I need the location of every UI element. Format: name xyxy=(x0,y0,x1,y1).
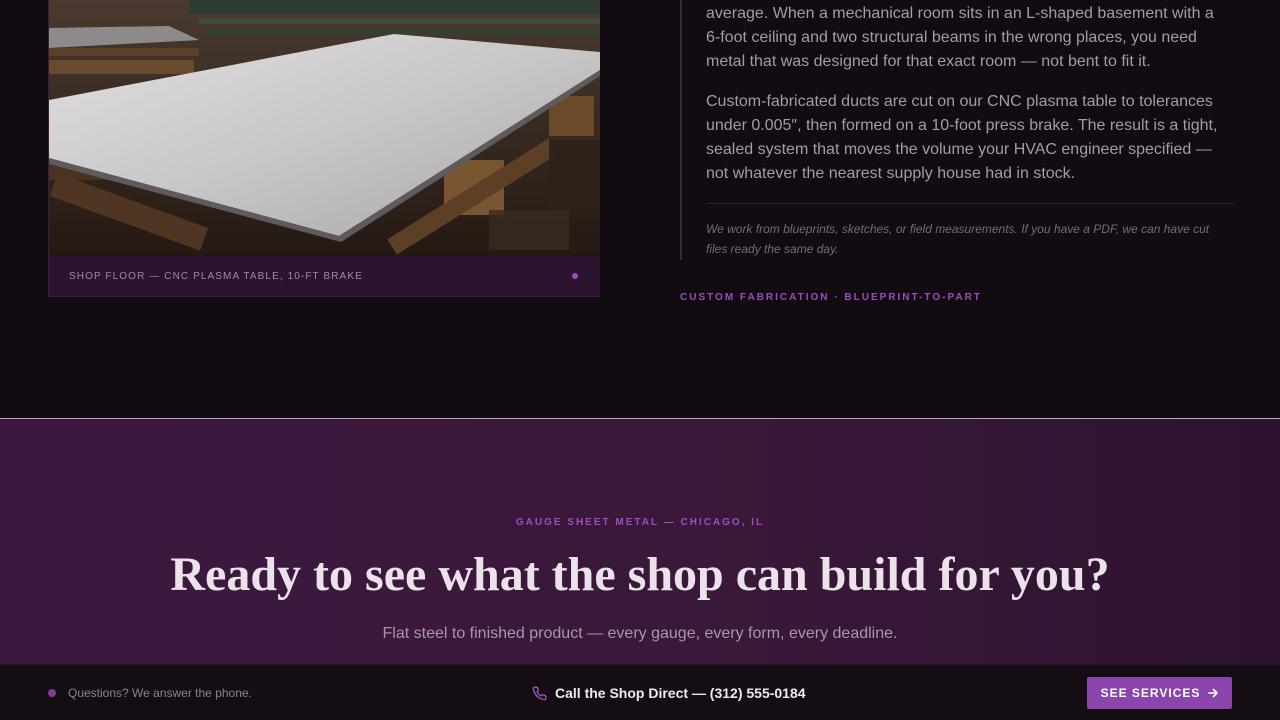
paragraph-mechanical-room: average. When a mechanical room sits in … xyxy=(706,5,1214,70)
fabrication-copy: average. When a mechanical room sits in … xyxy=(680,0,1234,260)
arrow-right-icon xyxy=(1208,688,1219,698)
call-shop-link[interactable]: Call the Shop Direct — (312) 555-0184 xyxy=(532,665,806,720)
sheet-metal-illustration xyxy=(49,0,600,256)
feature-section: SHOP FLOOR — CNC PLASMA TABLE, 10-FT BRA… xyxy=(0,0,1280,418)
phone-icon xyxy=(532,686,547,701)
shop-photo-card: SHOP FLOOR — CNC PLASMA TABLE, 10-FT BRA… xyxy=(48,0,600,297)
questions-text: Questions? We answer the phone. xyxy=(68,686,252,700)
cta-eyebrow: GAUGE SHEET METAL — CHICAGO, IL xyxy=(515,517,765,528)
see-services-button[interactable]: SEE SERVICES xyxy=(1087,677,1232,709)
cta-subtitle: Flat steel to finished product — every g… xyxy=(382,625,898,642)
cta-title: Ready to see what the shop can build for… xyxy=(170,548,1110,601)
blueprint-note: We work from blueprints, sketches, or fi… xyxy=(706,222,1210,256)
paragraph-cnc-fabrication: Custom-fabricated ducts are cut on our C… xyxy=(706,93,1218,182)
bar-questions: Questions? We answer the phone. xyxy=(48,665,252,720)
caption-dot-icon xyxy=(572,273,578,279)
service-tagline: CUSTOM FABRICATION · BLUEPRINT-TO-PART xyxy=(680,292,982,303)
see-services-label: SEE SERVICES xyxy=(1100,686,1201,700)
status-dot-icon xyxy=(48,689,56,697)
sheet-metal-photo xyxy=(49,0,600,256)
photo-caption: SHOP FLOOR — CNC PLASMA TABLE, 10-FT BRA… xyxy=(69,270,363,282)
divider xyxy=(706,203,1234,204)
call-text: Call the Shop Direct — (312) 555-0184 xyxy=(555,685,806,701)
photo-caption-bar: SHOP FLOOR — CNC PLASMA TABLE, 10-FT BRA… xyxy=(49,256,600,296)
sticky-contact-bar: Questions? We answer the phone. Call the… xyxy=(0,664,1280,720)
